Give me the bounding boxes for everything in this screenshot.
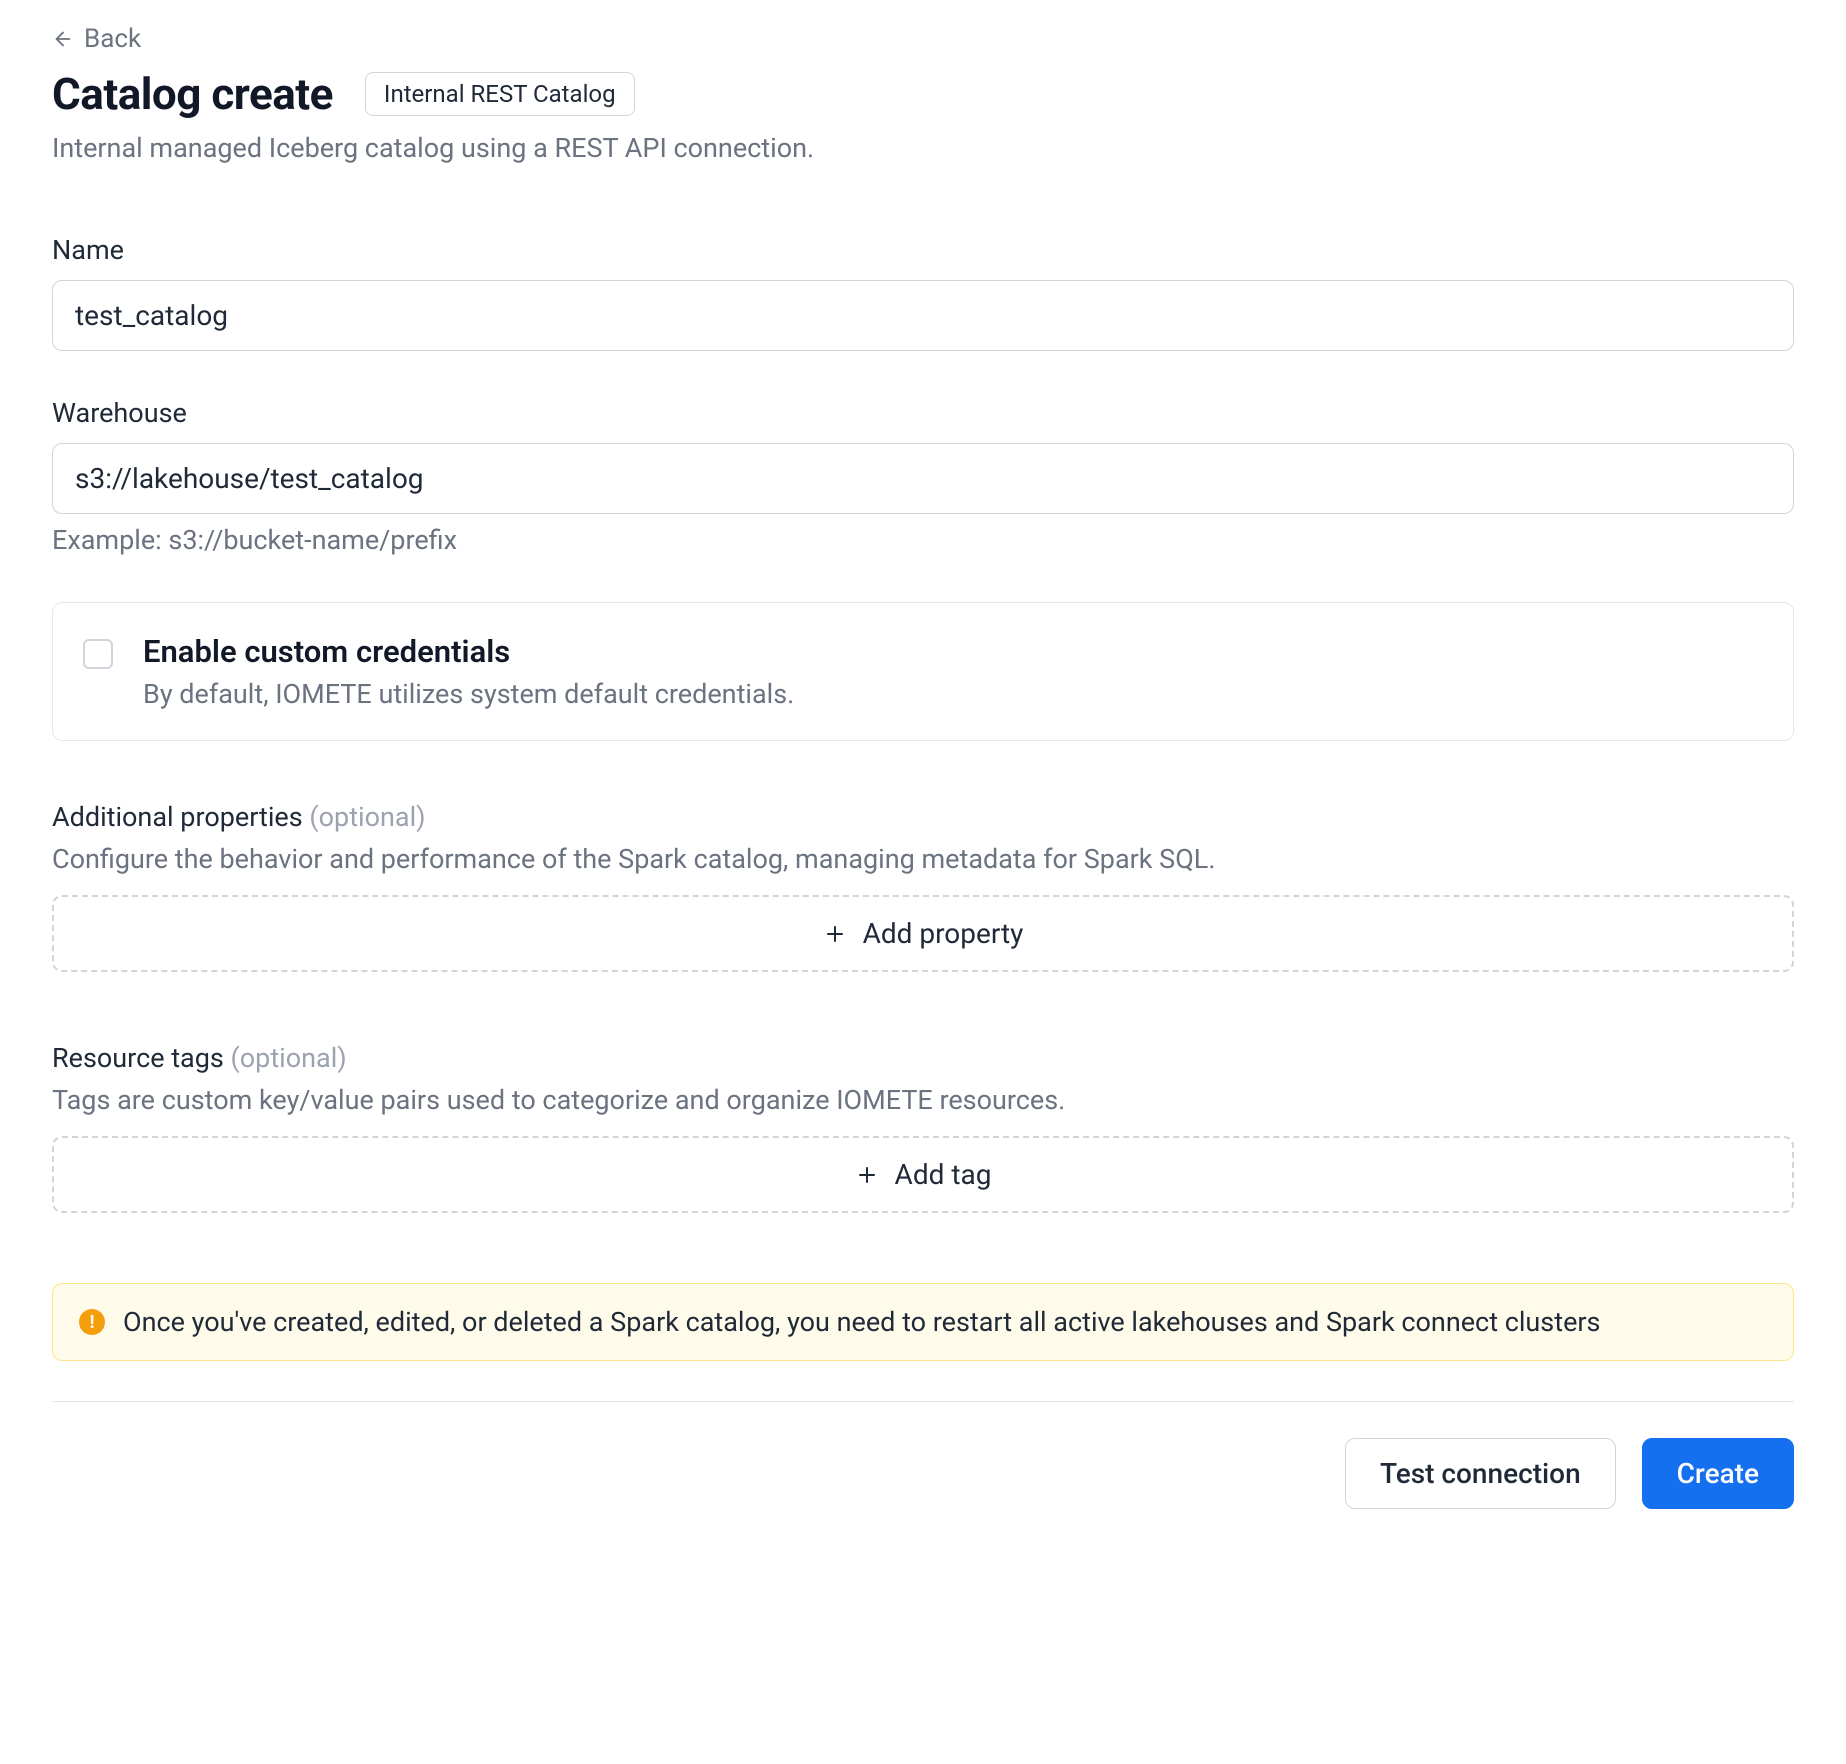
catalog-type-badge: Internal REST Catalog <box>365 72 635 116</box>
warehouse-help: Example: s3://bucket-name/prefix <box>52 524 1794 556</box>
warehouse-input[interactable] <box>52 443 1794 514</box>
enable-credentials-checkbox[interactable] <box>83 639 113 669</box>
add-tag-button[interactable]: Add tag <box>52 1136 1794 1213</box>
additional-properties-label: Additional properties (optional) <box>52 801 1794 833</box>
name-input[interactable] <box>52 280 1794 351</box>
alert-text: Once you've created, edited, or deleted … <box>123 1306 1600 1338</box>
credentials-title: Enable custom credentials <box>143 633 794 670</box>
plus-icon <box>823 922 847 946</box>
plus-icon <box>855 1163 879 1187</box>
credentials-description: By default, IOMETE utilizes system defau… <box>143 678 794 710</box>
test-connection-button[interactable]: Test connection <box>1345 1438 1616 1509</box>
add-property-button[interactable]: Add property <box>52 895 1794 972</box>
back-label: Back <box>84 24 141 54</box>
page-title: Catalog create <box>52 68 333 120</box>
name-label: Name <box>52 234 1794 266</box>
back-link[interactable]: Back <box>52 24 141 54</box>
restart-alert: ! Once you've created, edited, or delete… <box>52 1283 1794 1361</box>
create-button[interactable]: Create <box>1642 1438 1794 1509</box>
warning-icon: ! <box>79 1309 105 1335</box>
resource-tags-description: Tags are custom key/value pairs used to … <box>52 1084 1794 1116</box>
additional-properties-description: Configure the behavior and performance o… <box>52 843 1794 875</box>
footer-divider <box>52 1401 1794 1402</box>
page-subtitle: Internal managed Iceberg catalog using a… <box>52 132 1794 164</box>
credentials-card: Enable custom credentials By default, IO… <box>52 602 1794 741</box>
arrow-left-icon <box>52 28 74 50</box>
warehouse-label: Warehouse <box>52 397 1794 429</box>
resource-tags-label: Resource tags (optional) <box>52 1042 1794 1074</box>
